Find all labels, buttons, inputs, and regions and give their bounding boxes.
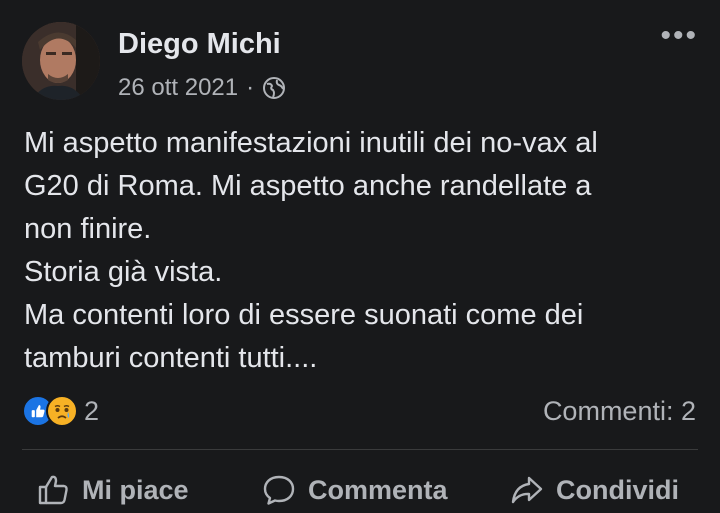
share-icon — [511, 476, 543, 504]
comment-button[interactable]: Commenta — [262, 470, 448, 510]
post-text-line: tamburi contenti tutti.... — [24, 342, 318, 374]
facebook-post: Diego Michi 26 ott 2021 · ••• Mi aspetto… — [0, 0, 720, 513]
comment-label: Commenta — [308, 474, 448, 505]
post-text-line: non finire. — [24, 213, 152, 245]
post-text-line: G20 di Roma. Mi aspetto anche randellate… — [24, 170, 592, 202]
sad-icon — [46, 395, 78, 427]
meta-separator: · — [246, 74, 255, 101]
reaction-count: 2 — [84, 395, 100, 426]
globe-icon[interactable] — [262, 76, 286, 100]
author-name[interactable]: Diego Michi — [118, 28, 281, 61]
thumbs-up-icon — [38, 475, 68, 505]
share-label: Condividi — [556, 474, 679, 505]
post-date[interactable]: 26 ott 2021 — [118, 74, 238, 102]
post-meta: 26 ott 2021 · — [118, 74, 286, 102]
post-text-line: Storia già vista. — [24, 256, 223, 288]
avatar[interactable] — [22, 22, 100, 100]
post-text-line: Mi aspetto manifestazioni inutili dei no… — [24, 127, 598, 159]
like-label: Mi piace — [82, 474, 189, 505]
post-text: Mi aspetto manifestazioni inutili dei no… — [24, 122, 704, 380]
divider — [22, 449, 698, 450]
like-button[interactable]: Mi piace — [36, 470, 189, 510]
post-text-line: Ma contenti loro di essere suonati come … — [24, 299, 584, 331]
more-options-icon[interactable]: ••• — [660, 21, 698, 51]
comments-count[interactable]: Commenti: 2 — [543, 396, 696, 427]
share-button[interactable]: Condividi — [510, 470, 679, 510]
reactions-summary[interactable]: 2 — [22, 395, 99, 427]
comment-icon — [263, 475, 295, 505]
